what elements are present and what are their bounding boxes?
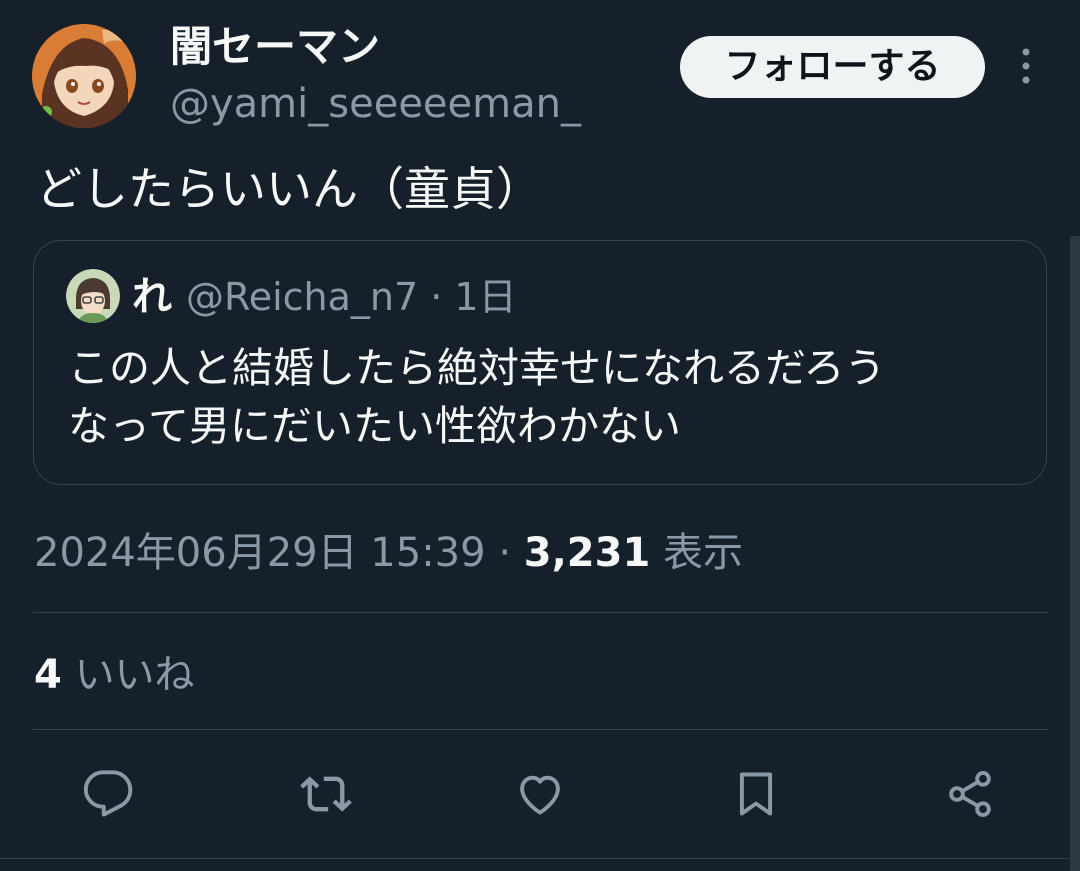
quoted-tweet-line: この人と結婚したら絶対幸せになれるだろう bbox=[68, 344, 886, 392]
like-icon bbox=[520, 775, 560, 815]
anime-girl-avatar-icon bbox=[32, 24, 136, 128]
share-icon bbox=[949, 771, 991, 817]
bookmark-button[interactable] bbox=[728, 766, 784, 822]
quoted-tweet-line: なって男にだいたい性欲わかない bbox=[68, 402, 681, 450]
glasses-avatar-icon bbox=[66, 269, 120, 323]
quoted-author-handle-time: @Reicha_n7 · 1日 bbox=[186, 275, 517, 319]
author-avatar[interactable] bbox=[32, 24, 136, 128]
views-count: 3,231 bbox=[523, 530, 651, 576]
meta-separator: · bbox=[498, 530, 512, 576]
tweet-detail: 闇セーマン @yami_seeeeeman_ フォローする どしたらいいん（童貞… bbox=[0, 0, 1080, 871]
retweet-icon bbox=[300, 776, 352, 812]
retweet-button[interactable] bbox=[298, 766, 354, 822]
follow-button[interactable]: フォローする bbox=[680, 36, 985, 98]
quoted-tweet-text: この人と結婚したら絶対幸せになれるだろう なって男にだいたい性欲わかない bbox=[68, 339, 1028, 455]
reply-button[interactable] bbox=[80, 766, 136, 822]
divider bbox=[33, 612, 1048, 613]
tweet-text: どしたらいいん（童貞） bbox=[36, 162, 542, 216]
more-options-button[interactable] bbox=[1008, 44, 1044, 88]
tweet-meta: 2024年06月29日 15:39 · 3,231 表示 bbox=[34, 526, 743, 580]
scrollbar[interactable] bbox=[1070, 236, 1080, 871]
likes-label: いいね bbox=[74, 652, 195, 698]
author-handle[interactable]: @yami_seeeeeman_ bbox=[170, 80, 581, 128]
more-vertical-icon bbox=[1022, 48, 1030, 84]
quoted-author-name: れ bbox=[132, 274, 172, 320]
views-label: 表示 bbox=[663, 530, 743, 576]
reply-icon bbox=[83, 770, 133, 817]
bottom-divider bbox=[0, 858, 1070, 859]
like-button[interactable] bbox=[512, 766, 568, 822]
quoted-author-avatar bbox=[66, 269, 120, 323]
divider bbox=[33, 729, 1048, 730]
author-display-name[interactable]: 闇セーマン bbox=[170, 22, 380, 72]
likes-summary[interactable]: 4 いいね bbox=[34, 648, 195, 702]
share-button[interactable] bbox=[942, 766, 998, 822]
quoted-tweet-card[interactable]: れ @Reicha_n7 · 1日 この人と結婚したら絶対幸せになれるだろう な… bbox=[33, 240, 1047, 485]
tweet-timestamp[interactable]: 2024年06月29日 15:39 bbox=[34, 530, 486, 576]
bookmark-icon bbox=[739, 772, 773, 816]
likes-count: 4 bbox=[34, 652, 62, 698]
